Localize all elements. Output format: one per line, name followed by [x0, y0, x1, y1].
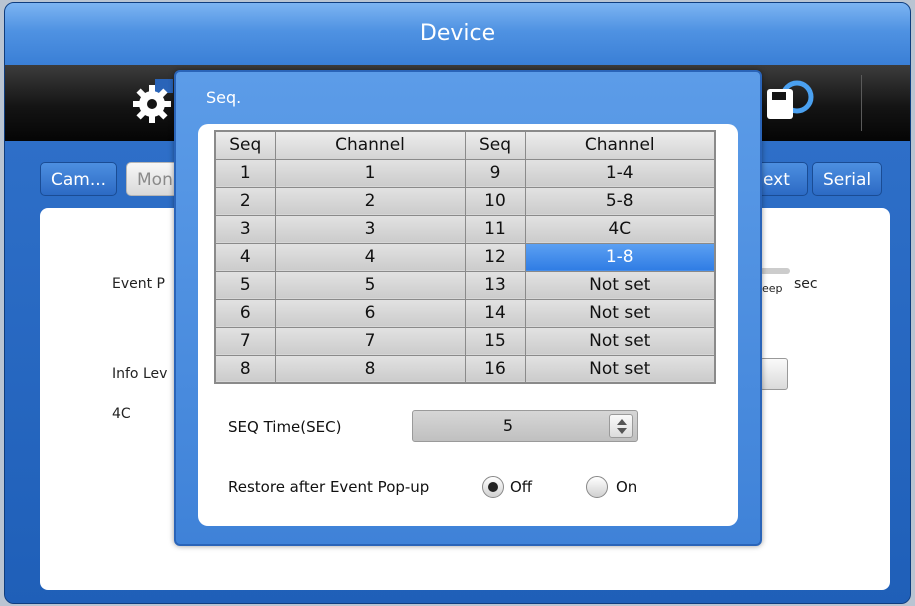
seq-number: 10: [464, 186, 526, 216]
seq-number: 11: [464, 214, 526, 244]
seq-number: 8: [214, 354, 276, 384]
table-row: 6 6 14 Not set: [214, 298, 716, 328]
seq-time-value: 5: [502, 416, 514, 435]
spin-arrows-icon[interactable]: [609, 414, 633, 438]
display-mode-label: 4C: [112, 406, 131, 422]
channel-cell[interactable]: 2: [274, 186, 466, 216]
arrow-up-icon[interactable]: [617, 419, 627, 425]
seq-number: 4: [214, 242, 276, 272]
sleep-label: eep: [762, 282, 783, 295]
table-row: 4 4 12 1-8: [214, 242, 716, 272]
seq-dialog: Seq. Seq Channel Seq Channel 1 1 9 1-4 2…: [174, 70, 762, 546]
col-header-channel: Channel: [524, 130, 716, 160]
channel-cell[interactable]: 5: [274, 270, 466, 300]
seq-number: 3: [214, 214, 276, 244]
dialog-body: Seq Channel Seq Channel 1 1 9 1-4 2 2 10: [198, 124, 738, 526]
seq-number: 13: [464, 270, 526, 300]
table-header-row: Seq Channel Seq Channel: [214, 130, 716, 160]
save-icon[interactable]: [761, 79, 817, 129]
channel-cell[interactable]: 3: [274, 214, 466, 244]
seq-number: 2: [214, 186, 276, 216]
seq-number: 7: [214, 326, 276, 356]
channel-cell[interactable]: 1-4: [524, 158, 716, 188]
table-row: 2 2 10 5-8: [214, 186, 716, 216]
col-header-seq: Seq: [214, 130, 276, 160]
table-row: 8 8 16 Not set: [214, 354, 716, 384]
channel-cell[interactable]: 4: [274, 242, 466, 272]
seq-table: Seq Channel Seq Channel 1 1 9 1-4 2 2 10: [214, 130, 716, 384]
seq-number: 16: [464, 354, 526, 384]
toolbar-divider: [861, 75, 862, 131]
channel-cell-selected[interactable]: 1-8: [524, 242, 716, 272]
channel-cell[interactable]: Not set: [524, 326, 716, 356]
dialog-title: Seq.: [206, 88, 242, 107]
seq-time-stepper[interactable]: 5: [412, 410, 638, 442]
restore-off-label: Off: [510, 478, 533, 496]
restore-on-radio[interactable]: [586, 476, 608, 498]
channel-cell[interactable]: 5-8: [524, 186, 716, 216]
col-header-seq: Seq: [464, 130, 526, 160]
channel-cell[interactable]: 4C: [524, 214, 716, 244]
restore-on-label: On: [616, 478, 638, 496]
seq-number: 5: [214, 270, 276, 300]
event-popup-label: Event P: [112, 276, 165, 292]
tab-camera[interactable]: Cam...: [40, 162, 118, 196]
seq-number: 14: [464, 298, 526, 328]
table-row: 1 1 9 1-4: [214, 158, 716, 188]
seq-number: 1: [214, 158, 276, 188]
channel-cell[interactable]: 7: [274, 326, 466, 356]
seq-number: 15: [464, 326, 526, 356]
channel-cell[interactable]: Not set: [524, 270, 716, 300]
channel-cell[interactable]: Not set: [524, 354, 716, 384]
table-row: 7 7 15 Not set: [214, 326, 716, 356]
restore-off-radio[interactable]: [482, 476, 504, 498]
seq-number: 9: [464, 158, 526, 188]
arrow-down-icon[interactable]: [617, 428, 627, 434]
table-row: 3 3 11 4C: [214, 214, 716, 244]
channel-cell[interactable]: 6: [274, 298, 466, 328]
channel-cell[interactable]: Not set: [524, 298, 716, 328]
channel-cell[interactable]: 8: [274, 354, 466, 384]
tab-serial[interactable]: Serial: [812, 162, 883, 196]
gear-icon[interactable]: [129, 79, 175, 125]
col-header-channel: Channel: [274, 130, 466, 160]
sleep-slider[interactable]: [760, 268, 790, 274]
info-level-label: Info Lev: [112, 366, 168, 382]
info-level-button[interactable]: [760, 358, 788, 390]
sec-label: sec: [794, 276, 818, 292]
channel-cell[interactable]: 1: [274, 158, 466, 188]
window-title: Device: [5, 3, 910, 65]
restore-label: Restore after Event Pop-up: [228, 478, 430, 496]
table-row: 5 5 13 Not set: [214, 270, 716, 300]
seq-number: 6: [214, 298, 276, 328]
seq-number: 12: [464, 242, 526, 272]
seq-time-label: SEQ Time(SEC): [228, 418, 342, 436]
